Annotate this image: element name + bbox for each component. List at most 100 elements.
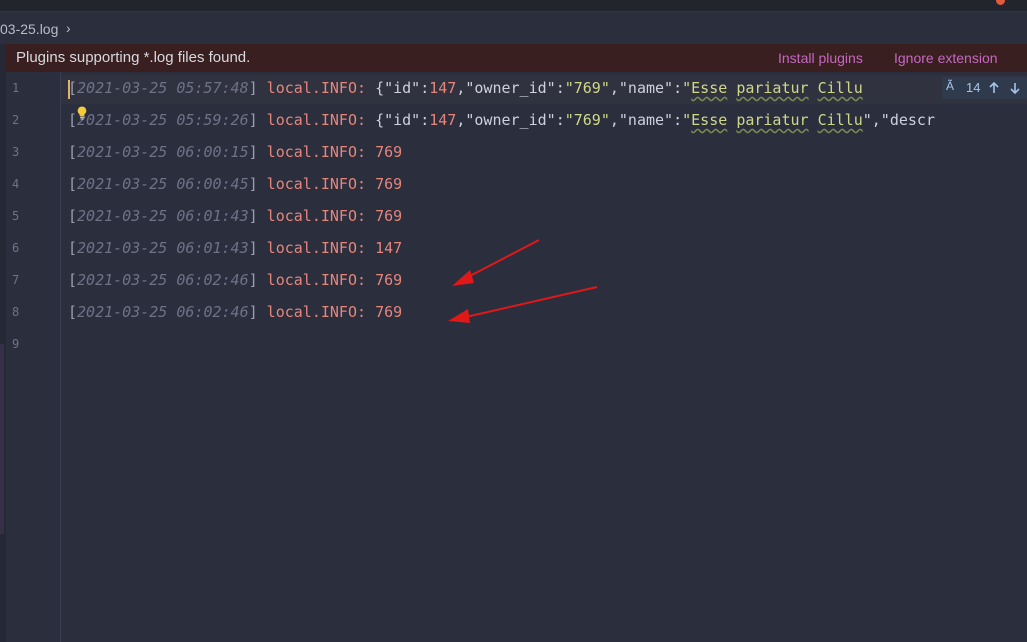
- match-count: 14: [966, 80, 981, 95]
- ignore-extension-link[interactable]: Ignore extension: [894, 50, 998, 66]
- install-plugins-link[interactable]: Install plugins: [778, 50, 863, 66]
- json-key: "owner_id": [465, 79, 556, 97]
- json-string-word: Esse: [691, 111, 728, 129]
- json-brace: {: [375, 79, 385, 97]
- bracket: ]: [248, 207, 258, 225]
- json-quote: ": [682, 79, 692, 97]
- side-accent: [0, 344, 4, 534]
- log-level: local.INFO:: [257, 79, 376, 97]
- log-level: local.INFO:: [257, 175, 376, 193]
- json-string-word: Cillu: [817, 111, 863, 129]
- log-level: local.INFO:: [257, 143, 376, 161]
- json-colon: :: [420, 111, 430, 129]
- plugin-notification-banner: Plugins supporting *.log files found. In…: [6, 44, 1027, 72]
- json-colon: :: [555, 111, 565, 129]
- log-level: local.INFO:: [257, 239, 376, 257]
- line-number: 4: [12, 177, 20, 191]
- breadcrumb: 03-25.log ›: [0, 11, 1027, 45]
- breadcrumb-file[interactable]: 03-25.log: [0, 21, 58, 37]
- json-key: "name": [618, 79, 674, 97]
- close-icon[interactable]: [996, 0, 1005, 5]
- log-timestamp: 2021-03-25 06:01:43: [77, 239, 249, 257]
- log-line[interactable]: [2021-03-25 05:57:48] local.INFO: {"id":…: [68, 78, 863, 98]
- line-number: 3: [12, 145, 20, 159]
- json-brace: {: [375, 111, 385, 129]
- log-timestamp: 2021-03-25 06:00:15: [77, 143, 249, 161]
- line-number: 9: [12, 337, 20, 351]
- log-line[interactable]: [2021-03-25 06:00:45] local.INFO: 769: [68, 174, 402, 194]
- json-string: "769": [564, 79, 610, 97]
- json-colon: :: [673, 111, 683, 129]
- chevron-right-icon: ›: [66, 20, 71, 36]
- json-quote: ": [682, 111, 692, 129]
- json-comma: ,: [609, 79, 619, 97]
- line-number-gutter: 1 2 3 4 5 6 7 8 9: [6, 72, 61, 642]
- bracket: ]: [248, 79, 258, 97]
- json-comma: ,: [609, 111, 619, 129]
- bracket: ]: [248, 111, 258, 129]
- bracket: [: [68, 303, 78, 321]
- json-number: 147: [429, 79, 457, 97]
- log-line[interactable]: [2021-03-25 06:00:15] local.INFO: 769: [68, 142, 402, 162]
- log-level: local.INFO:: [257, 271, 376, 289]
- log-value: 769: [375, 303, 403, 321]
- bracket: ]: [248, 143, 258, 161]
- line-number: 2: [12, 113, 20, 127]
- log-line[interactable]: [2021-03-25 06:01:43] local.INFO: 769: [68, 206, 402, 226]
- json-string-word: Cillu: [817, 79, 863, 97]
- regex-icon[interactable]: A͂: [946, 79, 954, 93]
- bracket: ]: [248, 175, 258, 193]
- log-timestamp: 2021-03-25 06:02:46: [77, 271, 249, 289]
- json-space: [727, 111, 736, 129]
- bracket: [: [68, 271, 78, 289]
- bracket: [: [68, 207, 78, 225]
- log-line[interactable]: [2021-03-25 05:59:26] local.INFO: {"id":…: [68, 110, 935, 130]
- log-timestamp: 2021-03-25 06:02:46: [77, 303, 249, 321]
- json-key: "owner_id": [465, 111, 556, 129]
- log-value: 769: [375, 175, 403, 193]
- line-number: 8: [12, 305, 20, 319]
- json-space: [809, 79, 818, 97]
- bracket: ]: [248, 271, 258, 289]
- log-value: 769: [375, 143, 403, 161]
- json-number: 147: [429, 111, 457, 129]
- json-tail: ","descr: [862, 111, 935, 129]
- editor-window: 03-25.log › Plugins supporting *.log fil…: [0, 0, 1027, 642]
- line-number: 5: [12, 209, 20, 223]
- lightbulb-icon[interactable]: [74, 105, 90, 121]
- code-editor[interactable]: [2021-03-25 05:57:48] local.INFO: {"id":…: [61, 72, 1027, 642]
- line-number: 6: [12, 241, 20, 255]
- json-string-word: pariatur: [736, 111, 809, 129]
- json-colon: :: [673, 79, 683, 97]
- bracket: [: [68, 239, 78, 257]
- json-string-word: Esse: [691, 79, 728, 97]
- line-number: 7: [12, 273, 20, 287]
- log-value: 769: [375, 207, 403, 225]
- log-line[interactable]: [2021-03-25 06:02:46] local.INFO: 769: [68, 302, 402, 322]
- log-level: local.INFO:: [257, 111, 376, 129]
- json-space: [727, 79, 736, 97]
- log-value: 147: [375, 239, 403, 257]
- title-bar: [0, 0, 1027, 11]
- banner-message: Plugins supporting *.log files found.: [16, 49, 251, 66]
- json-space: [809, 111, 818, 129]
- bracket: [: [68, 143, 78, 161]
- log-value: 769: [375, 271, 403, 289]
- log-level: local.INFO:: [257, 207, 376, 225]
- bracket: ]: [248, 303, 258, 321]
- log-timestamp: 2021-03-25 06:01:43: [77, 207, 249, 225]
- json-key: "id": [384, 111, 421, 129]
- bracket: [: [68, 175, 78, 193]
- log-timestamp: 2021-03-25 05:59:26: [77, 111, 249, 129]
- bracket: ]: [248, 239, 258, 257]
- arrow-up-icon[interactable]: [987, 81, 1001, 95]
- json-key: "id": [384, 79, 421, 97]
- log-line[interactable]: [2021-03-25 06:02:46] local.INFO: 769: [68, 270, 402, 290]
- bracket: [: [68, 79, 78, 97]
- log-level: local.INFO:: [257, 303, 376, 321]
- json-key: "name": [618, 111, 674, 129]
- log-line[interactable]: [2021-03-25 06:01:43] local.INFO: 147: [68, 238, 402, 258]
- find-widget: A͂ 14: [942, 77, 1027, 99]
- json-string-word: pariatur: [736, 79, 809, 97]
- arrow-down-icon[interactable]: [1008, 81, 1022, 95]
